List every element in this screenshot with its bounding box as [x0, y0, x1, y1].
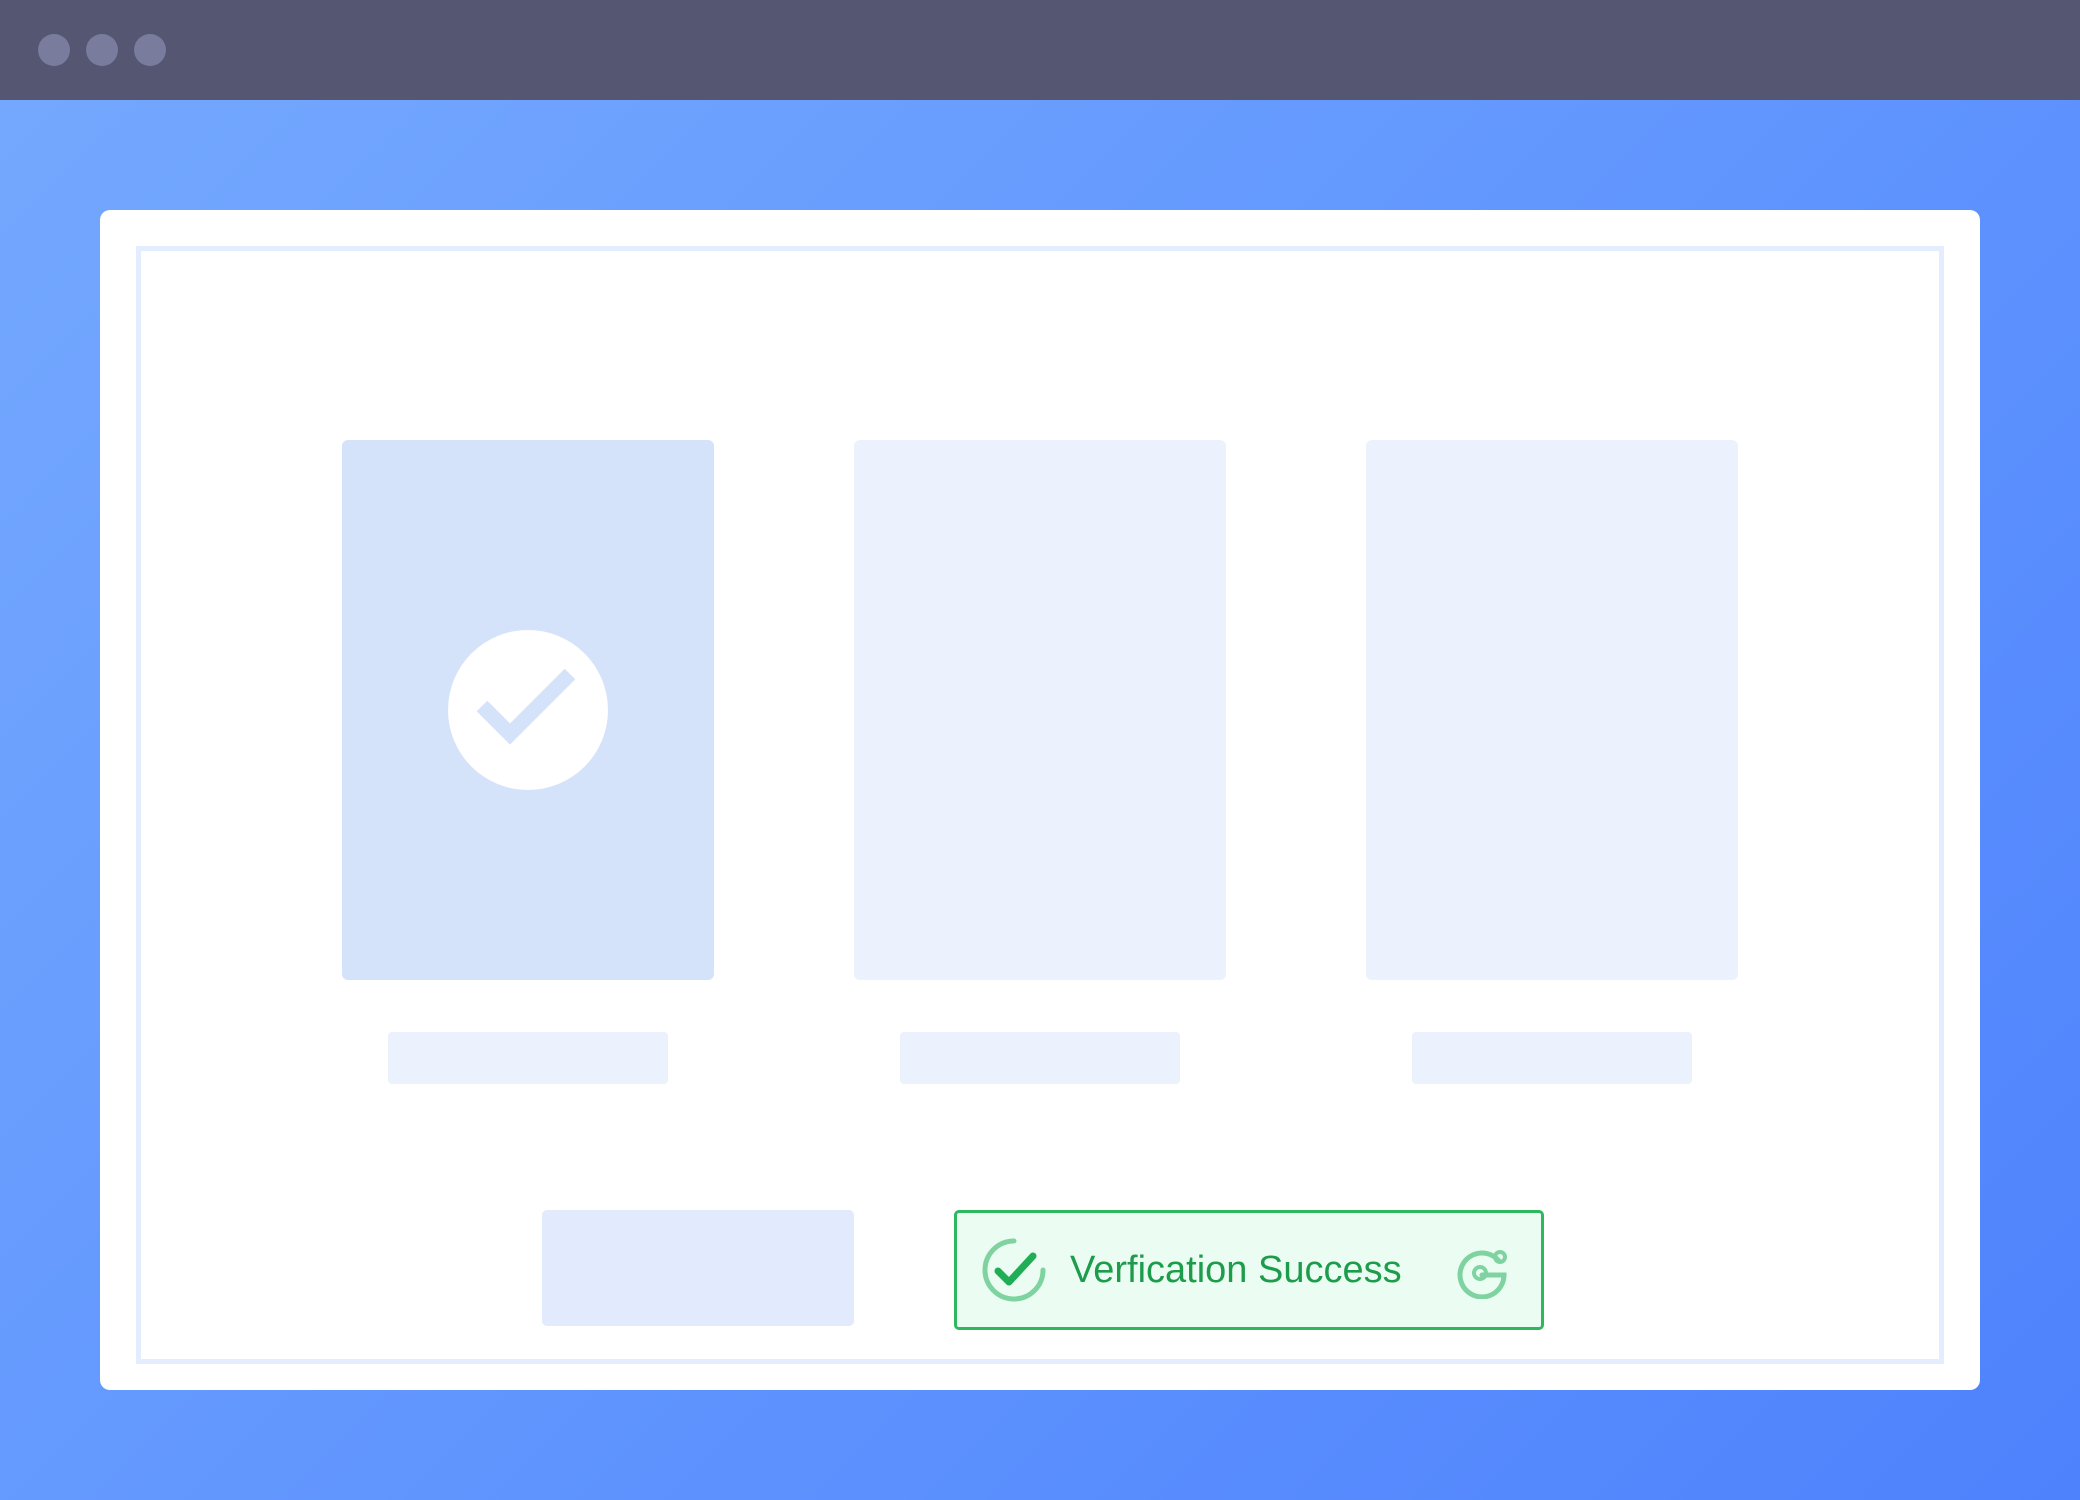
captcha-logo-icon[interactable] [1455, 1245, 1509, 1299]
check-icon [476, 668, 576, 745]
card-caption-placeholder-3 [1412, 1032, 1692, 1084]
submit-button-placeholder[interactable] [542, 1210, 854, 1326]
circle-check-icon [982, 1238, 1046, 1302]
captcha-panel: Verfication Success [100, 210, 1980, 1390]
selected-check-badge [448, 630, 608, 790]
window-minimize-dot[interactable] [86, 34, 118, 66]
captcha-image-card-1[interactable] [342, 440, 714, 980]
title-bar [0, 0, 2080, 100]
verification-status-box[interactable]: Verfication Success [954, 1210, 1544, 1330]
browser-window: Verfication Success [0, 0, 2080, 1500]
window-maximize-dot[interactable] [134, 34, 166, 66]
card-caption-placeholder-1 [388, 1032, 668, 1084]
card-caption-placeholder-2 [900, 1032, 1180, 1084]
verification-status-label: Verfication Success [1070, 1249, 1402, 1291]
page-background: Verfication Success [0, 100, 2080, 1500]
captcha-image-card-2[interactable] [854, 440, 1226, 980]
window-close-dot[interactable] [38, 34, 70, 66]
captcha-image-card-3[interactable] [1366, 440, 1738, 980]
